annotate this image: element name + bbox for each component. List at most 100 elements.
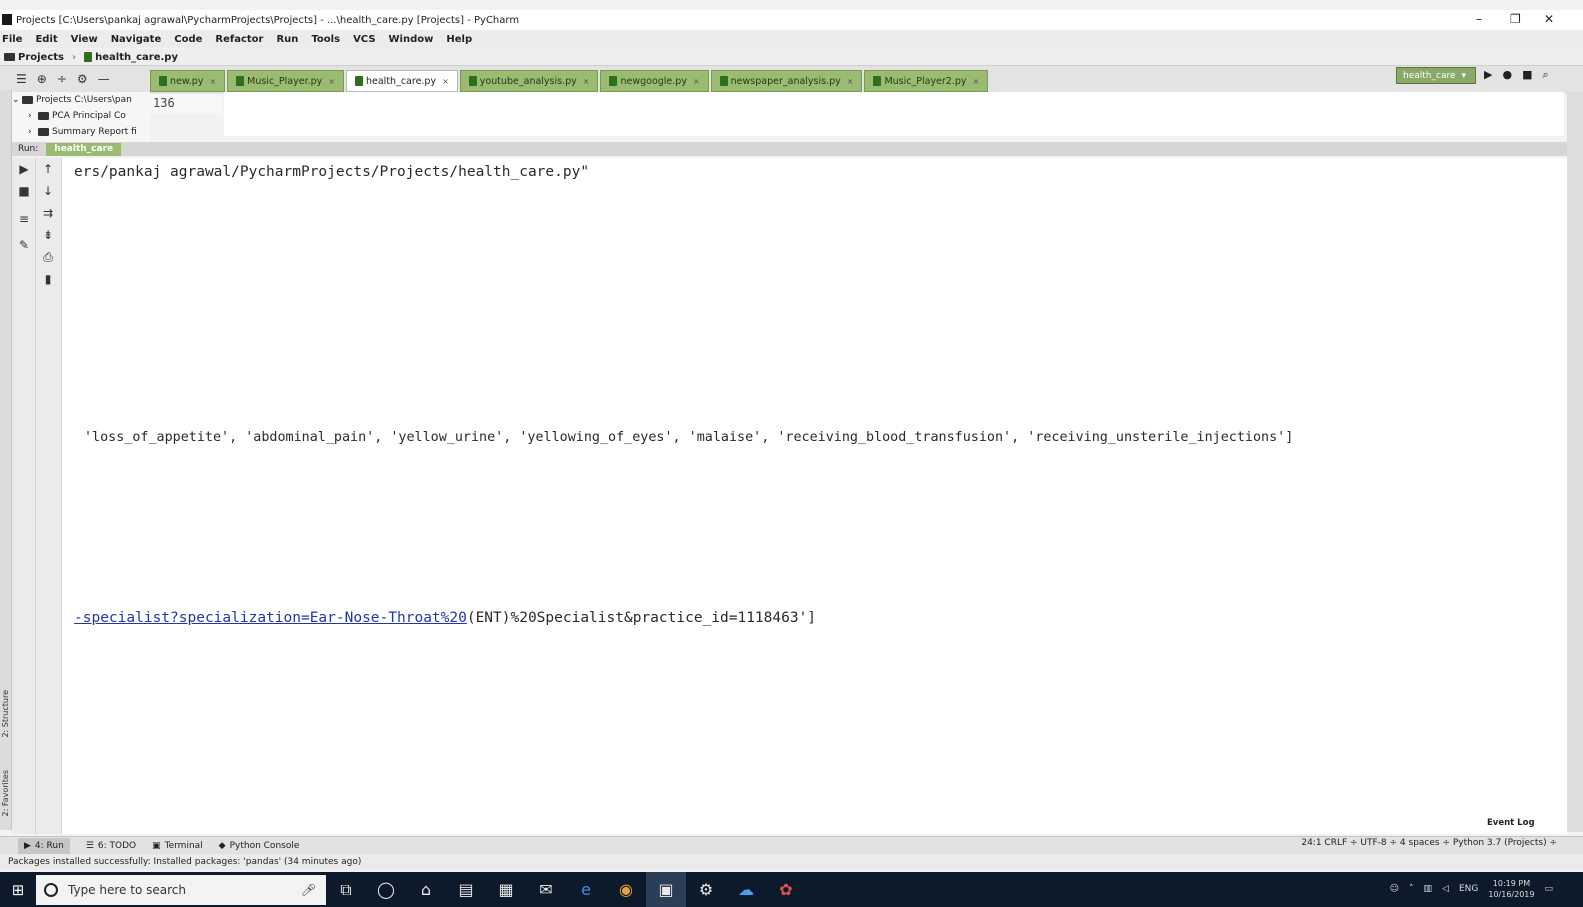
bottom-tab-run[interactable]: ▶ 4: Run [18, 837, 70, 854]
file-explorer-icon[interactable]: ▤ [446, 872, 486, 907]
menu-file[interactable]: File [2, 34, 22, 45]
status-message[interactable]: Packages installed successfully: Install… [8, 857, 361, 867]
pin-icon[interactable]: ✎ [12, 238, 36, 252]
chevron-right-icon: › [28, 127, 32, 137]
bottom-tab-python-console[interactable]: ◆ Python Console [219, 841, 300, 851]
network-icon[interactable]: ▥ [1424, 884, 1433, 894]
settings-icon[interactable]: ⚙ [686, 872, 726, 907]
tab-newspaper-analysis-py[interactable]: newspaper_analysis.py × [710, 70, 863, 92]
calendar-icon[interactable]: ▦ [486, 872, 526, 907]
bottom-tab-terminal[interactable]: ▣ Terminal [152, 841, 203, 851]
globe-icon[interactable]: ⊕ [37, 72, 47, 86]
collapse-icon[interactable]: ÷ [57, 72, 67, 86]
cloud-app-icon[interactable]: ☁ [726, 872, 766, 907]
print-icon[interactable]: ⎙ [36, 250, 60, 265]
tab-newgoogle-py[interactable]: newgoogle.py × [600, 70, 709, 92]
python-file-icon [84, 52, 93, 62]
breadcrumb-projects[interactable]: Projects [4, 52, 64, 63]
chevron-up-icon[interactable]: ˄ [1409, 884, 1414, 894]
circle-app-icon[interactable]: ◯ [366, 872, 406, 907]
run-console-output[interactable]: ers/pankaj agrawal/PycharmProjects/Proje… [62, 158, 1567, 834]
notifications-icon[interactable]: ▭ [1544, 884, 1553, 894]
favorites-tool-tab[interactable]: 2: Favorites [1, 770, 10, 816]
mail-icon[interactable]: ✉ [526, 872, 566, 907]
gear-icon[interactable]: ⚙ [77, 72, 88, 86]
console-url-link[interactable]: -specialist?specialization=Ear-Nose-Thro… [74, 610, 467, 626]
microphone-icon[interactable]: 🎤︎ [301, 883, 316, 897]
menu-refactor[interactable]: Refactor [215, 34, 263, 45]
console-line-path: ers/pankaj agrawal/PycharmProjects/Proje… [74, 164, 590, 180]
stop-icon[interactable]: ■ [1522, 68, 1532, 82]
tab-music-player2-py[interactable]: Music_Player2.py × [864, 70, 989, 92]
chrome-browser-icon[interactable]: ◉ [606, 872, 646, 907]
tree-item-projects[interactable]: ⌄ Projects C:\Users\pan [12, 92, 150, 108]
windows-taskbar: ⊞ Type here to search 🎤︎ ⧉ ◯ ⌂ ▤ ▦ ✉ e ◉… [0, 872, 1583, 907]
trash-icon[interactable]: ▮ [36, 272, 60, 286]
store-icon[interactable]: ⌂ [406, 872, 446, 907]
breadcrumb-file[interactable]: health_care.py [84, 52, 178, 63]
menu-window[interactable]: Window [389, 34, 434, 45]
close-button[interactable]: ✕ [1544, 12, 1554, 26]
menu-vcs[interactable]: VCS [353, 34, 375, 45]
pycharm-taskbar-icon[interactable]: ▣ [646, 872, 686, 907]
tab-music-player-py[interactable]: Music_Player.py × [227, 70, 344, 92]
run-toolbar: ▶ ● ■ ⌕ [1484, 68, 1549, 82]
scroll-to-end-icon[interactable]: ⇟ [36, 228, 60, 242]
arrow-up-icon[interactable]: ↑ [36, 162, 60, 176]
console-line-symptoms: 'loss_of_appetite', 'abdominal_pain', 'y… [84, 430, 1294, 445]
hide-icon[interactable]: — [98, 72, 110, 86]
code-editor[interactable] [224, 92, 1564, 136]
menu-help[interactable]: Help [446, 34, 472, 45]
bottom-tab-todo[interactable]: ☰ 6: TODO [86, 841, 136, 851]
structure-tool-tab[interactable]: 2: Structure [1, 690, 10, 738]
python-file-icon [159, 76, 167, 86]
search-icon[interactable]: ⌕ [1542, 68, 1548, 82]
run-config-dropdown[interactable]: health_care ▾ [1396, 67, 1476, 84]
run-tab-health-care[interactable]: health_care [46, 142, 122, 156]
close-tab-icon[interactable]: × [328, 77, 335, 86]
edge-browser-icon[interactable]: e [566, 872, 606, 907]
menu-edit[interactable]: Edit [35, 34, 57, 45]
close-tab-icon[interactable]: × [442, 77, 449, 86]
windows-start-icon[interactable]: ⊞ [0, 872, 36, 907]
play-icon[interactable]: ▶ [1484, 68, 1492, 82]
event-log-button[interactable]: Event Log [1487, 818, 1535, 828]
project-view-icon[interactable]: ☰ [16, 72, 27, 86]
stop-icon[interactable]: ■ [12, 184, 36, 198]
tab-new-py[interactable]: new.py × [150, 70, 226, 92]
volume-icon[interactable]: ◁ [1442, 884, 1449, 894]
menu-navigate[interactable]: Navigate [111, 34, 162, 45]
task-view-icon[interactable]: ⧉ [326, 872, 366, 907]
status-bar: Packages installed successfully: Install… [0, 854, 1583, 870]
taskbar-search-box[interactable]: Type here to search 🎤︎ [36, 874, 326, 905]
close-tab-icon[interactable]: × [693, 77, 700, 86]
language-indicator[interactable]: ENG [1459, 884, 1478, 894]
menu-code[interactable]: Code [174, 34, 202, 45]
soft-wrap-icon[interactable]: ⇉ [36, 206, 60, 220]
minimize-button[interactable]: – [1476, 12, 1482, 26]
list-icon: ☰ [85, 840, 94, 851]
tree-item-label: PCA Principal Co [52, 111, 126, 121]
layout-icon[interactable]: ≡ [12, 212, 36, 226]
bug-icon[interactable]: ● [1502, 68, 1512, 82]
tree-item-summary-report[interactable]: › Summary Report fi [12, 124, 150, 140]
right-tool-strip [1567, 92, 1583, 832]
taskbar-clock[interactable]: 10:19 PM 10/16/2019 [1488, 878, 1534, 900]
menu-run[interactable]: Run [276, 34, 298, 45]
maximize-button[interactable]: ❐ [1510, 12, 1521, 26]
python-file-icon [609, 76, 618, 86]
menu-tools[interactable]: Tools [311, 34, 340, 45]
close-tab-icon[interactable]: × [847, 77, 854, 86]
tab-health-care-py[interactable]: health_care.py × [346, 70, 458, 92]
tree-item-pca[interactable]: › PCA Principal Co [12, 108, 150, 124]
close-tab-icon[interactable]: × [973, 77, 980, 86]
tab-youtube-analysis-py[interactable]: youtube_analysis.py × [459, 70, 599, 92]
menu-view[interactable]: View [71, 34, 98, 45]
close-tab-icon[interactable]: × [583, 77, 590, 86]
people-icon[interactable]: ☺ [1390, 884, 1399, 894]
red-app-icon[interactable]: ✿ [766, 872, 806, 907]
rerun-icon[interactable]: ▶ [12, 162, 36, 176]
arrow-down-icon[interactable]: ↓ [36, 184, 60, 198]
status-indicators[interactable]: 24:1 CRLF ÷ UTF-8 ÷ 4 spaces ÷ Python 3.… [1301, 838, 1557, 848]
close-tab-icon[interactable]: × [209, 77, 216, 86]
